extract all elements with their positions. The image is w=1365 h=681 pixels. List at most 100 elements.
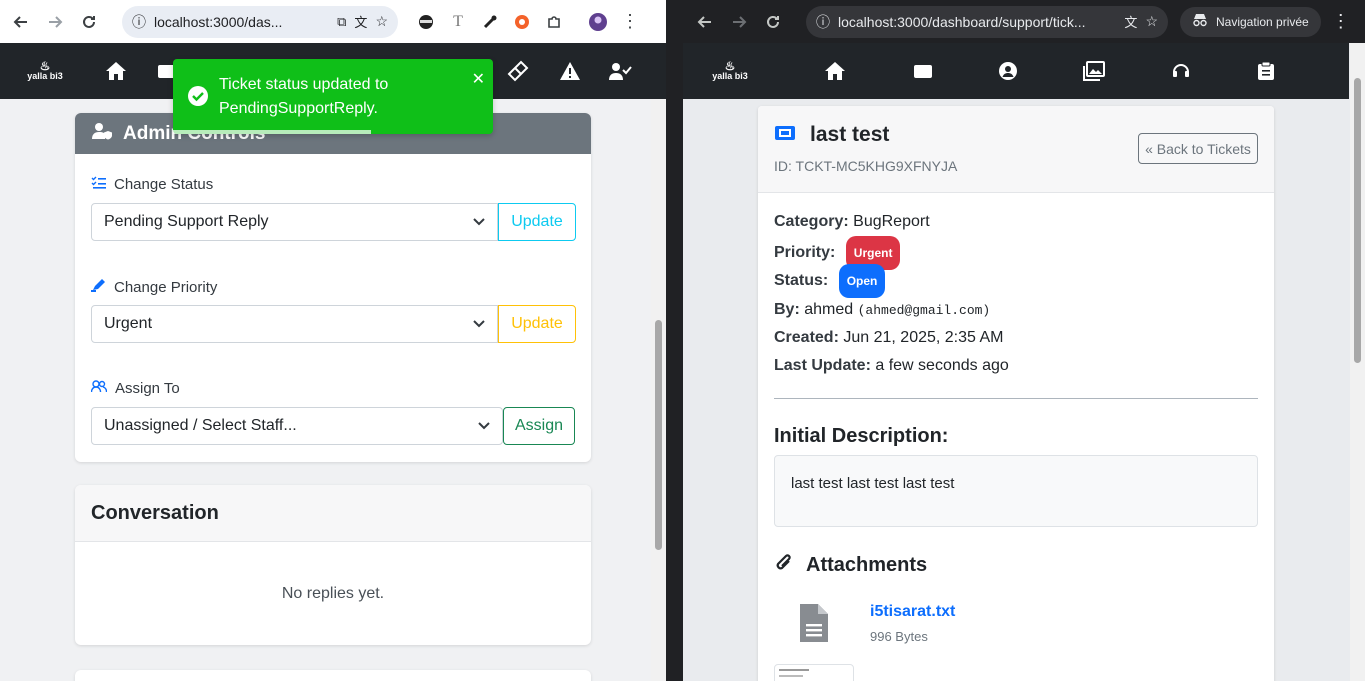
- wallet-icon[interactable]: [911, 59, 935, 83]
- check-circle-icon: [187, 85, 209, 112]
- status-badge: Open: [838, 264, 886, 298]
- private-browsing-label: Navigation privée: [1216, 14, 1309, 29]
- conversation-header: Conversation: [75, 485, 591, 542]
- toast-close-icon[interactable]: ✕: [472, 69, 485, 89]
- clipboard-icon[interactable]: [1254, 59, 1278, 83]
- priority-select-value: Urgent: [104, 315, 153, 332]
- admin-controls-card: Admin Controls Change Status Pending Sup…: [75, 113, 591, 462]
- logo-text: yalla bi3: [712, 71, 748, 81]
- home-icon[interactable]: [104, 59, 128, 83]
- avatar-icon[interactable]: [582, 6, 614, 38]
- left-url-text: localhost:3000/das...: [154, 13, 283, 30]
- attachment-file-link[interactable]: i5tisarat.txt: [870, 603, 955, 621]
- attachment-file-size: 996 Bytes: [870, 629, 928, 644]
- assign-to-label-row: Assign To: [90, 380, 180, 397]
- chevron-down-icon: [473, 213, 485, 231]
- forward-arrow-icon[interactable]: [722, 5, 756, 39]
- warning-icon[interactable]: [558, 59, 582, 83]
- change-priority-label: Change Priority: [114, 278, 218, 296]
- window-divider: [666, 0, 683, 681]
- ticket-title: last test: [810, 123, 890, 146]
- assign-to-label: Assign To: [115, 380, 180, 397]
- assign-control-group: Unassigned / Select Staff... Assign: [91, 407, 575, 445]
- description-box: last test last test last test: [774, 455, 1258, 527]
- site-info-icon[interactable]: ⓘ: [132, 12, 146, 32]
- translate-icon[interactable]: 文: [1124, 12, 1137, 31]
- ticket-icon[interactable]: [505, 58, 531, 84]
- private-browsing-badge[interactable]: Navigation privée: [1180, 6, 1321, 37]
- site-info-icon[interactable]: ⓘ: [816, 12, 830, 32]
- eyedropper-icon[interactable]: [474, 6, 506, 38]
- reload-icon[interactable]: [756, 5, 790, 39]
- install-icon[interactable]: ⧉: [337, 14, 346, 30]
- flame-icon: ♨: [724, 59, 736, 73]
- assign-button[interactable]: Assign: [503, 407, 575, 445]
- right-url-text: localhost:3000/dashboard/support/tick...: [838, 13, 1086, 30]
- right-browser-window: ⓘ localhost:3000/dashboard/support/tick.…: [683, 0, 1365, 681]
- puzzle-icon[interactable]: [538, 6, 570, 38]
- author-email: (ahmed@gmail.com): [857, 303, 991, 318]
- assign-select-value: Unassigned / Select Staff...: [104, 417, 297, 434]
- category-value: BugReport: [853, 213, 930, 230]
- next-card-peek: [75, 670, 591, 681]
- update-status-button[interactable]: Update: [498, 203, 576, 241]
- category-label: Category:: [774, 213, 849, 230]
- extension-orange-icon[interactable]: [506, 6, 538, 38]
- left-browser-toolbar: ⓘ localhost:3000/das... ⧉ 文 ☆ T ⋮: [0, 0, 666, 43]
- status-select-value: Pending Support Reply: [104, 213, 269, 230]
- brand-logo[interactable]: ♨ yalla bi3: [695, 59, 765, 81]
- last-update-label: Last Update:: [774, 357, 871, 374]
- more-icon[interactable]: ⋮: [614, 6, 646, 38]
- toast-message: Ticket status updated to PendingSupportR…: [219, 76, 389, 117]
- update-priority-button[interactable]: Update: [498, 305, 576, 343]
- right-scrollbar[interactable]: [1350, 43, 1365, 681]
- toast-notification: Ticket status updated to PendingSupportR…: [173, 59, 493, 134]
- right-address-bar[interactable]: ⓘ localhost:3000/dashboard/support/tick.…: [806, 5, 1168, 38]
- extension-text-icon[interactable]: T: [442, 6, 474, 38]
- headset-icon[interactable]: [1169, 59, 1193, 83]
- file-icon: [798, 602, 830, 649]
- star-icon[interactable]: ☆: [375, 13, 388, 30]
- translate-icon[interactable]: 文: [354, 12, 367, 31]
- priority-select[interactable]: Urgent: [91, 305, 498, 343]
- conversation-title: Conversation: [91, 501, 219, 524]
- change-priority-label-row: Change Priority: [91, 278, 217, 296]
- more-icon[interactable]: ⋮: [1325, 6, 1357, 38]
- author-line: By: ahmed (ahmed@gmail.com): [774, 296, 1009, 324]
- home-icon[interactable]: [823, 59, 847, 83]
- toast-progress-bar: [173, 130, 371, 134]
- reload-icon[interactable]: [72, 5, 106, 39]
- by-label: By:: [774, 301, 800, 318]
- left-scrollbar[interactable]: [651, 99, 666, 681]
- chevron-down-icon: [478, 417, 490, 435]
- attachments-title-row: Attachments: [774, 552, 927, 579]
- back-to-tickets-button[interactable]: « Back to Tickets: [1138, 133, 1258, 164]
- ticket-icon: [774, 125, 796, 146]
- extension-ninja-icon[interactable]: [410, 6, 442, 38]
- assign-select[interactable]: Unassigned / Select Staff...: [91, 407, 503, 445]
- incognito-icon: [1192, 13, 1208, 30]
- user-check-icon[interactable]: [608, 59, 632, 83]
- left-scrollbar-thumb[interactable]: [655, 320, 662, 550]
- back-arrow-icon[interactable]: [4, 5, 38, 39]
- no-replies-text: No replies yet.: [281, 585, 385, 602]
- user-shield-icon: [91, 122, 113, 145]
- logo-text: yalla bi3: [27, 71, 63, 81]
- status-select[interactable]: Pending Support Reply: [91, 203, 498, 241]
- back-arrow-icon[interactable]: [688, 5, 722, 39]
- images-icon[interactable]: [1082, 59, 1106, 83]
- ticket-id: ID: TCKT-MC5KHG9XFNYJA: [774, 158, 958, 174]
- status-control-group: Pending Support Reply Update: [91, 203, 576, 241]
- brand-logo[interactable]: ♨ yalla bi3: [10, 60, 80, 81]
- attachment-thumbnail[interactable]: [774, 664, 854, 681]
- left-address-bar[interactable]: ⓘ localhost:3000/das... ⧉ 文 ☆: [122, 5, 398, 38]
- ticket-detail-card: last test ID: TCKT-MC5KHG9XFNYJA « Back …: [758, 106, 1274, 681]
- right-scrollbar-thumb[interactable]: [1354, 78, 1361, 363]
- user-icon[interactable]: [996, 59, 1020, 83]
- forward-arrow-icon[interactable]: [38, 5, 72, 39]
- users-icon: [90, 380, 108, 397]
- star-icon[interactable]: ☆: [1145, 13, 1158, 30]
- marker-icon: [91, 278, 106, 296]
- section-divider: [774, 398, 1258, 399]
- ticket-info-block: Category: BugReport Priority: Urgent Sta…: [774, 208, 1009, 380]
